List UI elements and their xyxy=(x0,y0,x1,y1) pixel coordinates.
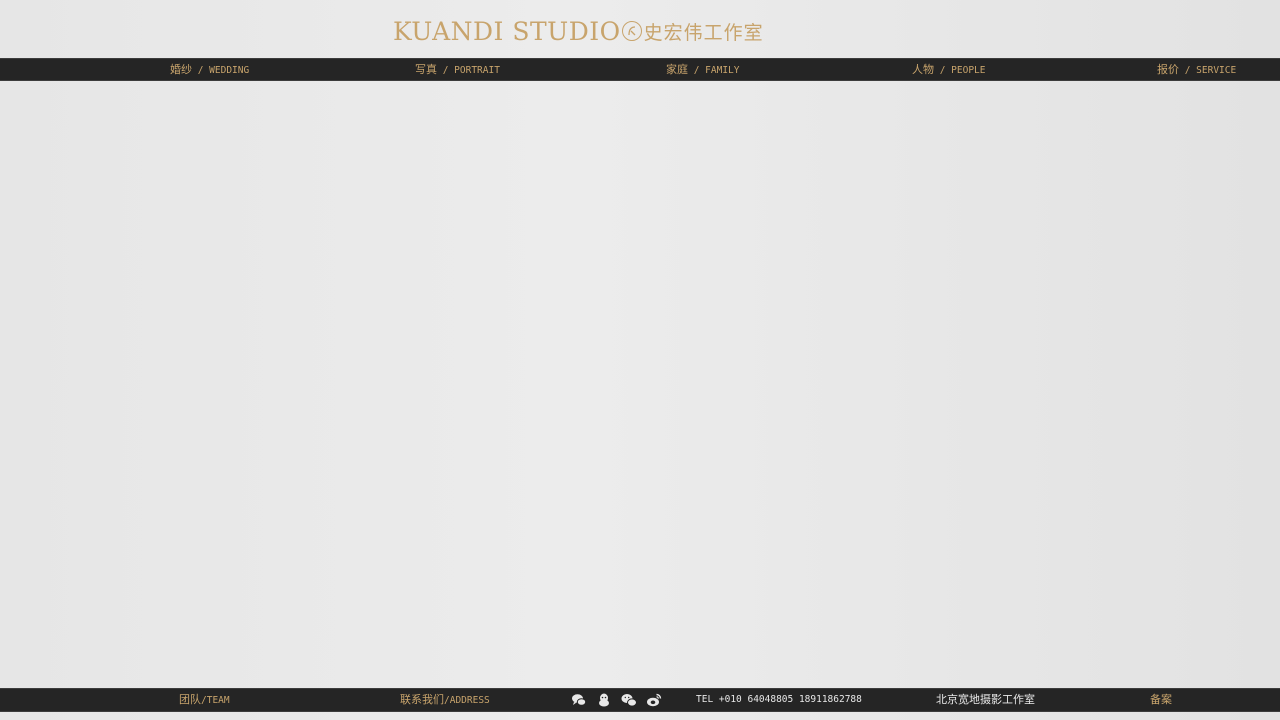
nav-family[interactable]: 家庭 / FAMILY xyxy=(666,59,740,80)
nav-service[interactable]: 报价 / SERVICE xyxy=(1157,59,1236,80)
chat-bubbles-icon[interactable] xyxy=(571,692,587,708)
nav-people-cn: 人物 xyxy=(912,63,934,76)
nav-portrait-en: PORTRAIT xyxy=(454,65,500,76)
logo-english: KUANDI STUDIO xyxy=(393,16,621,46)
footer-studio-name: 北京宽地摄影工作室 xyxy=(936,693,1035,706)
nav-wedding-cn: 婚纱 xyxy=(170,63,192,76)
footer-address-link[interactable]: 联系我们/ADDRESS xyxy=(400,689,490,711)
footer-address-cn: 联系我们 xyxy=(400,693,444,706)
nav-family-cn: 家庭 xyxy=(666,63,688,76)
footer-bar: 团队/TEAM 联系我们/ADDRESS TEL +010 64048805 1… xyxy=(0,688,1280,712)
qq-penguin-icon[interactable] xyxy=(596,692,612,708)
nav-people[interactable]: 人物 / PEOPLE xyxy=(912,59,986,80)
footer-team-en: TEAM xyxy=(206,695,230,706)
nav-service-en: SERVICE xyxy=(1196,65,1237,76)
nav-separator: / xyxy=(688,65,706,76)
nav-portrait-cn: 写真 xyxy=(415,63,437,76)
nav-separator: / xyxy=(437,65,455,76)
main-nav: 婚纱 / WEDDING 写真 / PORTRAIT 家庭 / FAMILY 人… xyxy=(0,58,1280,81)
nav-portrait[interactable]: 写真 / PORTRAIT xyxy=(415,59,500,80)
logo-chinese: 史宏伟工作室 xyxy=(643,21,764,44)
footer-address-en: ADDRESS xyxy=(449,695,490,706)
footer-telephone: TEL +010 64048805 18911862788 xyxy=(696,694,862,705)
hero-photo-backdrop xyxy=(0,0,1280,720)
footer-team-cn: 团队 xyxy=(179,693,201,706)
weibo-icon[interactable] xyxy=(646,692,662,708)
nav-family-en: FAMILY xyxy=(705,65,740,76)
nav-people-en: PEOPLE xyxy=(951,65,986,76)
logo-mark-icon xyxy=(621,21,642,41)
footer-record-link[interactable]: 备案 xyxy=(1150,689,1172,711)
nav-separator: / xyxy=(934,65,952,76)
footer-team-link[interactable]: 团队/TEAM xyxy=(179,689,230,711)
wechat-icon[interactable] xyxy=(621,692,637,708)
nav-service-cn: 报价 xyxy=(1157,63,1179,76)
social-links xyxy=(571,692,662,708)
studio-logo[interactable]: KUANDI STUDIO 史宏伟工作室 xyxy=(393,14,764,48)
nav-wedding[interactable]: 婚纱 / WEDDING xyxy=(170,59,249,80)
nav-wedding-en: WEDDING xyxy=(209,65,250,76)
nav-separator: / xyxy=(1179,65,1197,76)
nav-separator: / xyxy=(192,65,210,76)
